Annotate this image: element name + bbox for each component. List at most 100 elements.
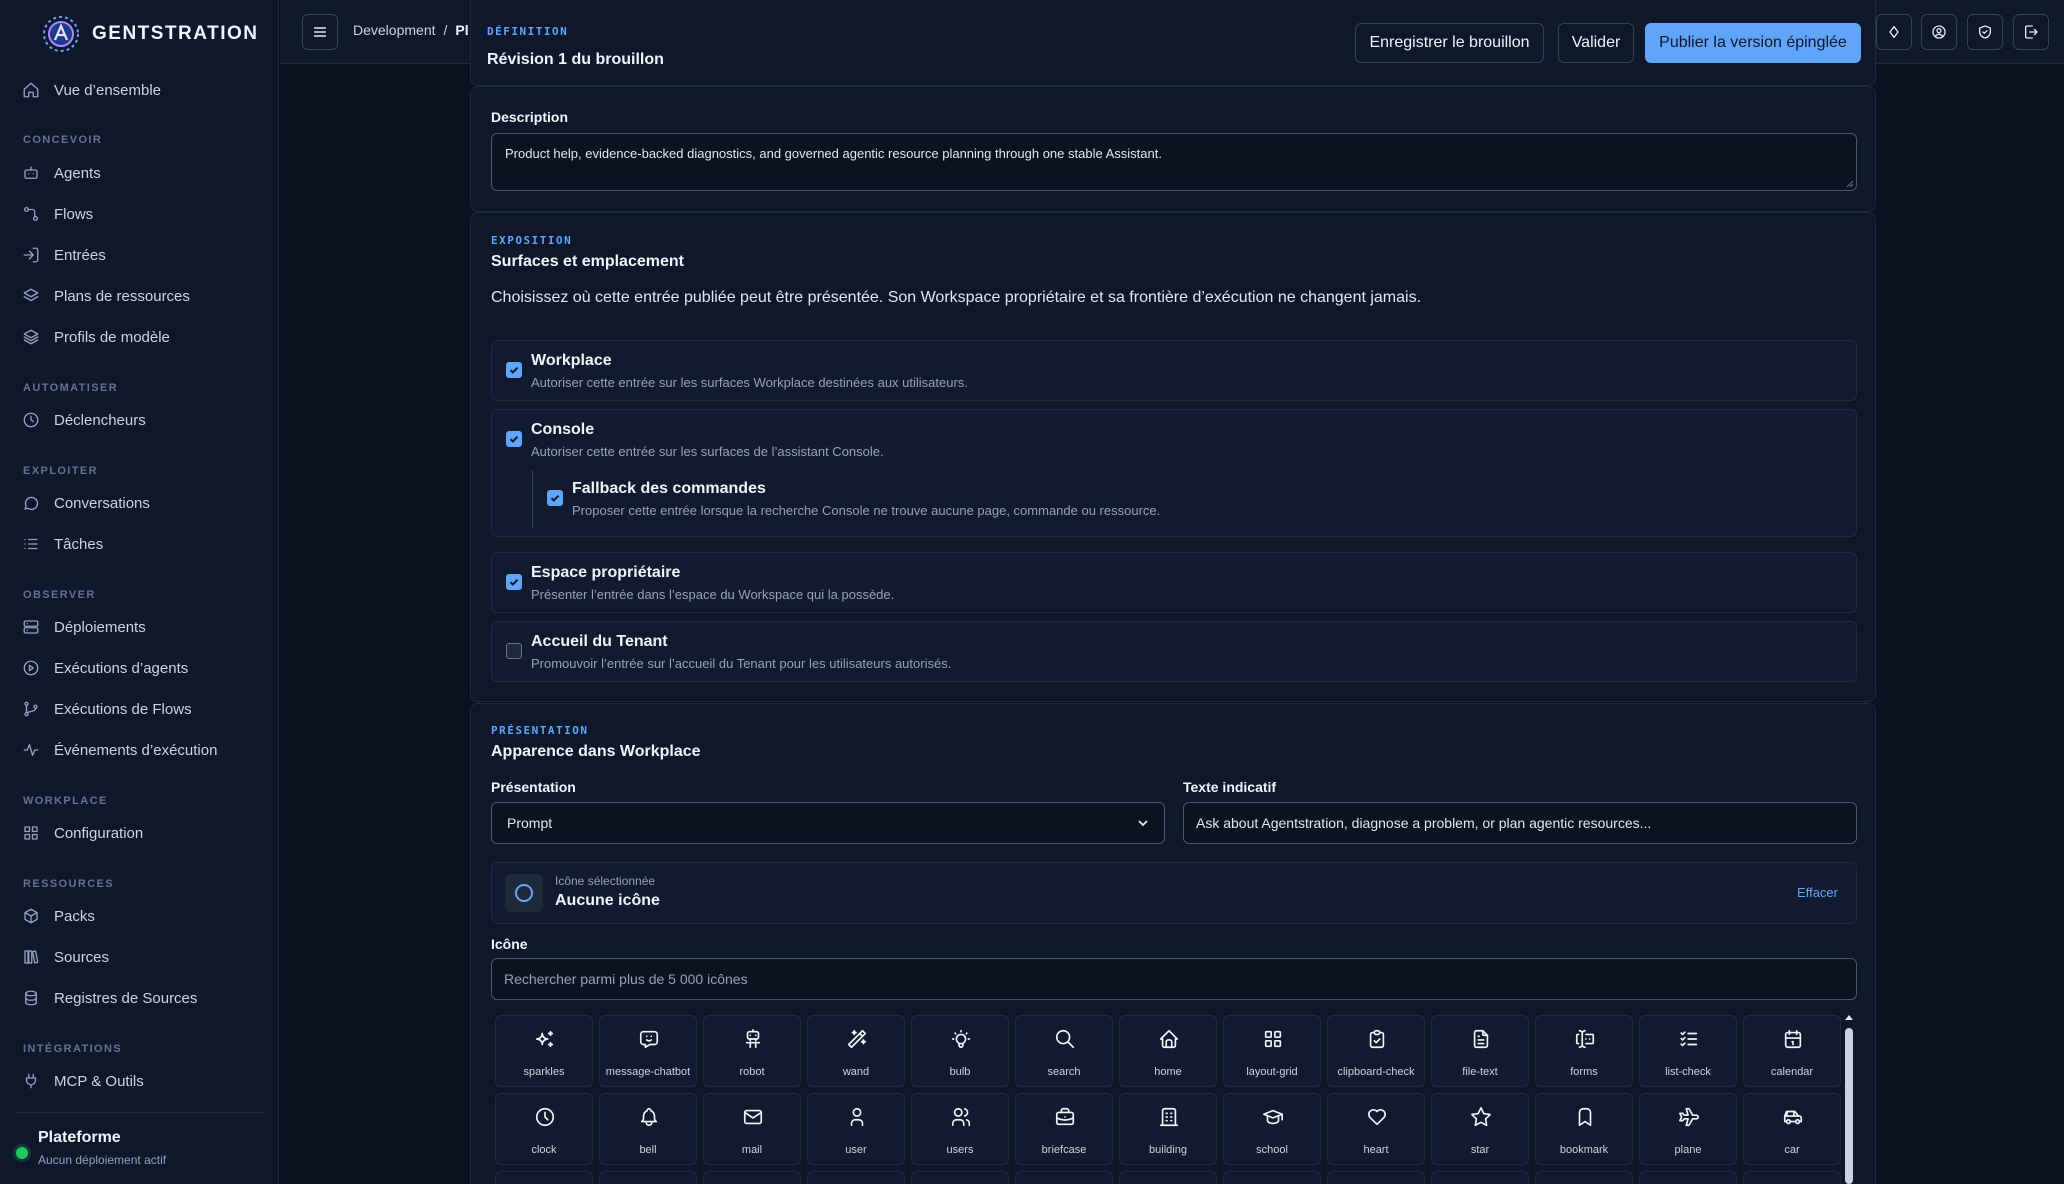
console-title: Console [531, 421, 595, 438]
icon-option-building[interactable]: building [1119, 1093, 1217, 1165]
user-circle-button[interactable] [1921, 14, 1957, 50]
workplace-checkbox[interactable] [506, 362, 522, 378]
icon-option-label: users [946, 1144, 974, 1156]
resize-handle-icon[interactable] [1846, 180, 1854, 188]
icon-option-label: sparkles [523, 1066, 565, 1078]
icon-option-partial[interactable] [807, 1171, 905, 1184]
icon-option-user[interactable]: user [807, 1093, 905, 1165]
sidebar-item-executions-agents[interactable]: Exécutions d’agents [22, 650, 188, 686]
espace-checkbox[interactable] [506, 574, 522, 590]
clear-icon-button[interactable]: Effacer [1797, 885, 1838, 900]
icon-option-label: plane [1674, 1144, 1702, 1156]
icon-option-partial[interactable] [1743, 1171, 1841, 1184]
shield-button[interactable] [1967, 14, 2003, 50]
icon-option-star[interactable]: star [1431, 1093, 1529, 1165]
section-concevoir: CONCEVOIR [23, 134, 103, 146]
logout-button[interactable] [2013, 14, 2049, 50]
platform-status[interactable]: Plateforme Aucun déploiement actif [16, 1112, 264, 1167]
icon-option-car[interactable]: car [1743, 1093, 1841, 1165]
icon-option-partial[interactable] [1015, 1171, 1113, 1184]
icon-option-partial[interactable] [1535, 1171, 1633, 1184]
icon-option-robot[interactable]: robot [703, 1015, 801, 1087]
package-icon [24, 908, 38, 924]
icon-option-label: message-chatbot [605, 1066, 691, 1078]
sidebar-item-configuration[interactable]: Configuration [22, 815, 143, 851]
icon-option-partial[interactable] [1223, 1171, 1321, 1184]
icon-option-bookmark[interactable]: bookmark [1535, 1093, 1633, 1165]
workplace-desc: Autoriser cette entrée sur les surfaces … [531, 375, 968, 390]
icon-option-partial[interactable] [1327, 1171, 1425, 1184]
sidebar-item-deploiements[interactable]: Déploiements [22, 609, 146, 645]
icon-option-partial[interactable] [703, 1171, 801, 1184]
exposition-card: EXPOSITION Surfaces et emplacement Chois… [470, 212, 1876, 702]
icon-option-partial[interactable] [599, 1171, 697, 1184]
app-logo[interactable]: GENTSTRATION [40, 14, 258, 54]
breadcrumb-item[interactable]: Development [353, 22, 436, 38]
sidebar-item-taches[interactable]: Tâches [22, 526, 103, 562]
option-espace-proprietaire[interactable]: Espace propriétaire Présenter l’entrée d… [491, 552, 1857, 613]
description-textarea[interactable]: Product help, evidence-backed diagnostic… [491, 133, 1857, 191]
console-checkbox[interactable] [506, 431, 522, 447]
icon-option-file-text[interactable]: file-text [1431, 1015, 1529, 1087]
icon-option-home[interactable]: home [1119, 1015, 1217, 1087]
sidebar-item-entrees[interactable]: Entrées [22, 237, 106, 273]
sidebar-item-profils[interactable]: Profils de modèle [22, 319, 170, 355]
plug-icon [25, 1073, 37, 1089]
icon-option-clock[interactable]: clock [495, 1093, 593, 1165]
sidebar-item-plans[interactable]: Plans de ressources [22, 278, 190, 314]
icon-option-sparkles[interactable]: sparkles [495, 1015, 593, 1087]
menu-toggle-button[interactable] [302, 14, 338, 50]
icon-option-partial[interactable] [1639, 1171, 1737, 1184]
icon-option-partial[interactable] [1119, 1171, 1217, 1184]
accueil-checkbox[interactable] [506, 643, 522, 659]
icon-option-briefcase[interactable]: briefcase [1015, 1093, 1113, 1165]
presentation-select[interactable]: Prompt [491, 802, 1165, 844]
icon-option-partial[interactable] [911, 1171, 1009, 1184]
sidebar-item-flows[interactable]: Flows [22, 196, 93, 232]
icon-option-plane[interactable]: plane [1639, 1093, 1737, 1165]
diamond-button[interactable] [1876, 14, 1912, 50]
sidebar-item-agents[interactable]: Agents [22, 155, 101, 191]
option-console[interactable]: Console Autoriser cette entrée sur les s… [491, 409, 1857, 537]
sidebar-item-registres[interactable]: Registres de Sources [22, 980, 197, 1016]
icon-option-search[interactable]: search [1015, 1015, 1113, 1087]
icon-grid-scrollbar[interactable] [1842, 1012, 1856, 1184]
sidebar-item-mcp[interactable]: MCP & Outils [22, 1063, 144, 1099]
icon-option-message-chatbot[interactable]: message-chatbot [599, 1015, 697, 1087]
icon-option-school[interactable]: school [1223, 1093, 1321, 1165]
icon-option-clipboard-check[interactable]: clipboard-check [1327, 1015, 1425, 1087]
icon-option-mail[interactable]: mail [703, 1093, 801, 1165]
icon-option-label: clipboard-check [1337, 1066, 1415, 1078]
icon-option-wand[interactable]: wand [807, 1015, 905, 1087]
hint-input[interactable]: Ask about Agentstration, diagnose a prob… [1183, 802, 1857, 844]
icon-option-partial[interactable] [495, 1171, 593, 1184]
save-draft-button[interactable]: Enregistrer le brouillon [1355, 23, 1544, 63]
sidebar-item-sources[interactable]: Sources [22, 939, 109, 975]
icon-option-bell[interactable]: bell [599, 1093, 697, 1165]
sidebar-item-conversations[interactable]: Conversations [22, 485, 150, 521]
icon-option-partial[interactable] [1431, 1171, 1529, 1184]
icon-option-layout-grid[interactable]: layout-grid [1223, 1015, 1321, 1087]
icon-option-bulb[interactable]: bulb [911, 1015, 1009, 1087]
publish-button[interactable]: Publier la version épinglée [1645, 23, 1861, 63]
option-accueil-tenant[interactable]: Accueil du Tenant Promouvoir l’entrée su… [491, 621, 1857, 682]
icon-search-input[interactable]: Rechercher parmi plus de 5 000 icônes [491, 958, 1857, 1000]
validate-button[interactable]: Valider [1558, 23, 1634, 63]
option-workplace[interactable]: Workplace Autoriser cette entrée sur les… [491, 340, 1857, 401]
sidebar-item-declencheurs[interactable]: Déclencheurs [22, 402, 146, 438]
icon-option-users[interactable]: users [911, 1093, 1009, 1165]
section-observer: OBSERVER [23, 589, 96, 601]
sidebar-item-packs[interactable]: Packs [22, 898, 95, 934]
sidebar-item-overview[interactable]: Vue d’ensemble [22, 72, 161, 108]
icon-option-list-check[interactable]: list-check [1639, 1015, 1737, 1087]
icon-option-heart[interactable]: heart [1327, 1093, 1425, 1165]
icon-option-label: school [1256, 1144, 1288, 1156]
breadcrumb-separator: / [443, 22, 448, 38]
fallback-checkbox[interactable] [547, 490, 563, 506]
sidebar-item-evenements[interactable]: Événements d’exécution [22, 732, 217, 768]
selected-icon-box: Icône sélectionnée Aucune icône Effacer [491, 862, 1857, 924]
icon-label: Icône [491, 936, 528, 952]
sidebar-item-executions-flows[interactable]: Exécutions de Flows [22, 691, 192, 727]
icon-option-forms[interactable]: forms [1535, 1015, 1633, 1087]
icon-option-calendar[interactable]: calendar [1743, 1015, 1841, 1087]
